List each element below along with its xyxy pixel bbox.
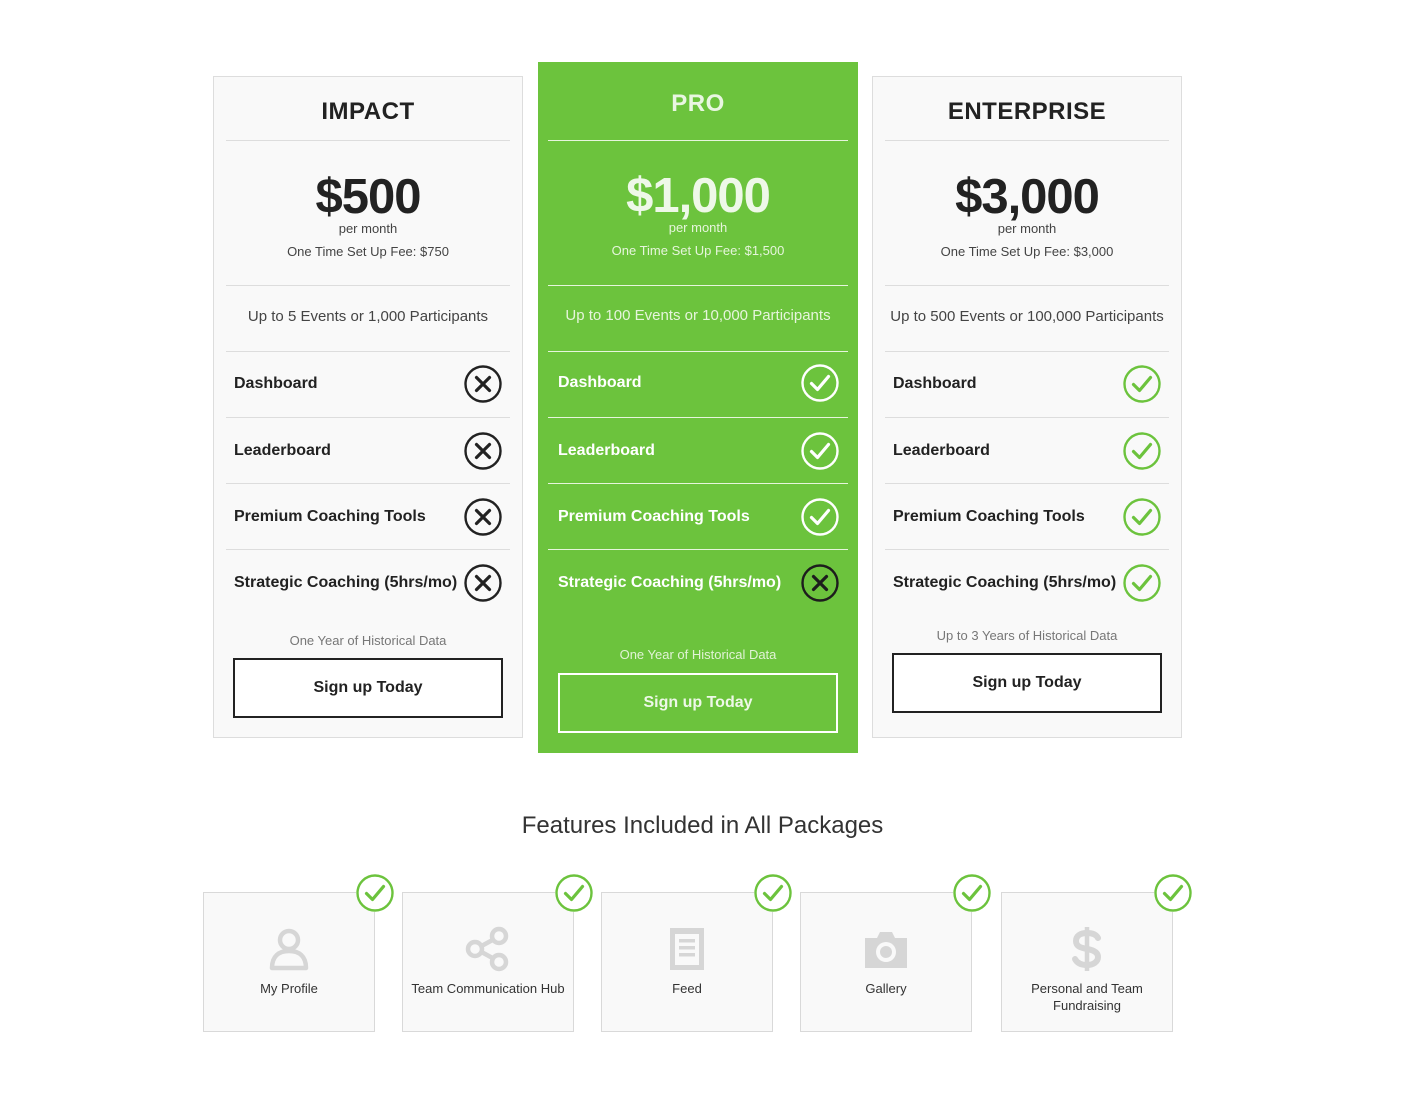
feature-label: Strategic Coaching (5hrs/mo) (234, 574, 458, 591)
plan-period: per month (997, 221, 1057, 236)
feature-row-dashboard: Dashboard (885, 351, 1169, 417)
x-circle-icon (464, 498, 502, 536)
plan-name: ENTERPRISE (947, 98, 1107, 125)
document-icon (663, 925, 711, 973)
feature-row-premium-coaching-tools: Premium Coaching Tools (548, 484, 848, 550)
check-circle-icon (1123, 564, 1161, 602)
feature-label: Dashboard (893, 375, 977, 392)
check-circle-icon (1123, 432, 1161, 470)
signup-button-pro[interactable]: Sign up Today (558, 673, 838, 733)
feature-row-leaderboard: Leaderboard (548, 418, 848, 484)
features-heading: Features Included in All Packages (521, 812, 884, 839)
x-circle-icon (464, 365, 502, 403)
feature-tile-feed: Feed (601, 874, 792, 1032)
plan-capacity: Up to 5 Events or 1,000 Participants (247, 308, 489, 325)
divider (226, 140, 510, 141)
setup-fee: One Time Set Up Fee: $1,500 (611, 243, 785, 258)
signup-button-impact[interactable]: Sign up Today (233, 658, 503, 718)
feature-row-strategic-coaching: Strategic Coaching (5hrs/mo) (548, 550, 848, 616)
tile-label: My Profile (260, 981, 318, 996)
x-circle-icon (464, 432, 502, 470)
setup-fee: One Time Set Up Fee: $750 (287, 244, 449, 259)
tile-label: Gallery (865, 981, 907, 996)
historical-data-note: One Year of Historical Data (619, 647, 777, 662)
feature-row-premium-coaching-tools: Premium Coaching Tools (885, 484, 1169, 550)
feature-row-leaderboard: Leaderboard (885, 418, 1169, 484)
check-circle-icon (801, 498, 839, 536)
feature-label: Premium Coaching Tools (558, 508, 750, 525)
feature-label: Strategic Coaching (5hrs/mo) (893, 574, 1117, 591)
tile-label: Feed (672, 981, 702, 996)
plan-card-pro: PRO $1,000 per month One Time Set Up Fee… (538, 62, 858, 753)
plan-price: $1,000 (626, 169, 771, 223)
feature-tile-fundraising: Personal and Team Fundraising (1001, 874, 1192, 1032)
plan-name: IMPACT (321, 98, 415, 125)
feature-label: Leaderboard (893, 442, 990, 459)
feature-row-dashboard: Dashboard (548, 350, 848, 416)
plan-capacity: Up to 500 Events or 100,000 Participants (890, 308, 1164, 325)
feature-row-leaderboard: Leaderboard (226, 418, 510, 484)
tile-label: Personal and Team Fundraising (1031, 981, 1143, 1013)
historical-data-note: One Year of Historical Data (289, 633, 447, 648)
plan-price: $3,000 (955, 170, 1100, 224)
feature-tile-team-communication-hub: Team Communication Hub (402, 874, 593, 1032)
camera-icon (862, 925, 910, 973)
check-circle-icon (801, 432, 839, 470)
feature-row-strategic-coaching: Strategic Coaching (5hrs/mo) (226, 550, 510, 616)
feature-label: Strategic Coaching (5hrs/mo) (558, 574, 782, 591)
plan-period: per month (668, 220, 728, 235)
x-circle-icon (801, 564, 839, 602)
divider (548, 285, 848, 286)
plan-card-impact: IMPACT $500 per month One Time Set Up Fe… (213, 76, 523, 738)
check-circle-icon (555, 874, 593, 912)
feature-tile-my-profile: My Profile (203, 874, 394, 1032)
divider (885, 140, 1169, 141)
x-circle-icon (464, 564, 502, 602)
user-icon (265, 925, 313, 973)
plan-card-enterprise: ENTERPRISE $3,000 per month One Time Set… (872, 76, 1182, 738)
feature-row-strategic-coaching: Strategic Coaching (5hrs/mo) (885, 550, 1169, 616)
divider (885, 285, 1169, 286)
check-circle-icon (953, 874, 991, 912)
feature-label: Dashboard (558, 374, 642, 391)
plan-capacity: Up to 100 Events or 10,000 Participants (565, 307, 831, 324)
tile-label: Team Communication Hub (411, 981, 565, 996)
feature-tile-gallery: Gallery (800, 874, 991, 1032)
plan-price: $500 (315, 170, 421, 224)
share-icon (464, 925, 512, 973)
divider (548, 140, 848, 141)
check-circle-icon (754, 874, 792, 912)
check-circle-icon (1123, 498, 1161, 536)
plan-period: per month (338, 221, 398, 236)
feature-label: Premium Coaching Tools (234, 508, 426, 525)
feature-label: Dashboard (234, 375, 318, 392)
check-circle-icon (1154, 874, 1192, 912)
check-circle-icon (801, 364, 839, 402)
check-circle-icon (356, 874, 394, 912)
feature-label: Leaderboard (234, 442, 331, 459)
setup-fee: One Time Set Up Fee: $3,000 (940, 244, 1114, 259)
dollar-icon (1063, 925, 1111, 973)
signup-button-enterprise[interactable]: Sign up Today (892, 653, 1162, 713)
feature-label: Premium Coaching Tools (893, 508, 1085, 525)
feature-row-premium-coaching-tools: Premium Coaching Tools (226, 484, 510, 550)
feature-label: Leaderboard (558, 442, 655, 459)
divider (226, 285, 510, 286)
check-circle-icon (1123, 365, 1161, 403)
historical-data-note: Up to 3 Years of Historical Data (936, 628, 1118, 643)
feature-row-dashboard: Dashboard (226, 351, 510, 417)
plan-name: PRO (671, 90, 725, 117)
